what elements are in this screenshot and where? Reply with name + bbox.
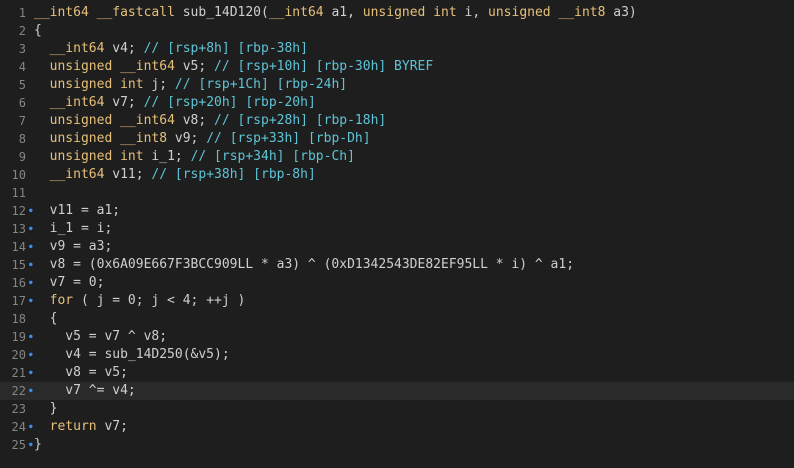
code-text: { (34, 311, 58, 326)
code-text: __int64 v11; // [rsp+38h] [rbp-8h] (49, 167, 316, 182)
line-number: 5 (18, 78, 26, 92)
line-number: 8 (18, 132, 26, 146)
code-text: unsigned int i_1; // [rsp+34h] [rbp-Ch] (49, 149, 355, 164)
code-line[interactable]: 17 ● for ( j = 0; j < 4; ++j ) (0, 292, 794, 310)
code-text: v11 = a1; (34, 203, 121, 218)
line-number: 3 (18, 42, 26, 56)
code-line[interactable]: 10 __int64 v11; // [rsp+38h] [rbp-8h] (0, 166, 794, 184)
code-line[interactable]: 25 ●} (0, 436, 794, 454)
line-number: 14 (11, 240, 26, 254)
code-text: v9 = a3; (34, 239, 113, 254)
code-text: v5 = v7 ^ v8; (34, 329, 168, 344)
code-line[interactable]: 8 unsigned __int8 v9; // [rsp+33h] [rbp-… (0, 130, 794, 148)
code-text: __int64 __fastcall sub_14D120(__int64 a1… (34, 5, 637, 20)
line-number: 17 (11, 294, 26, 308)
code-line[interactable]: 22 ● v7 ^= v4; (0, 382, 794, 400)
code-text: v7 = 0; (34, 275, 105, 290)
code-line[interactable]: 16 ● v7 = 0; (0, 274, 794, 292)
line-number: 10 (11, 168, 26, 182)
code-text: } (34, 437, 42, 452)
code-text: } (34, 401, 58, 416)
code-line[interactable]: 23 } (0, 400, 794, 418)
line-number: 25 (11, 438, 26, 452)
line-number: 2 (18, 24, 26, 38)
code-line[interactable]: 14 ● v9 = a3; (0, 238, 794, 256)
line-number: 7 (18, 114, 26, 128)
line-number: 1 (18, 6, 26, 20)
line-number: 18 (11, 312, 26, 326)
code-text: for ( j = 0; j < 4; ++j ) (49, 293, 246, 308)
line-number: 4 (18, 60, 26, 74)
code-line[interactable]: 3 __int64 v4; // [rsp+8h] [rbp-38h] (0, 40, 794, 58)
code-line[interactable]: 4 unsigned __int64 v5; // [rsp+10h] [rbp… (0, 58, 794, 76)
line-number: 19 (11, 330, 26, 344)
code-line[interactable]: 15 ● v8 = (0x6A09E667F3BCC909LL * a3) ^ (… (0, 256, 794, 274)
code-text: return v7; (49, 419, 128, 434)
line-number: 20 (11, 348, 26, 362)
line-number: 24 (11, 420, 26, 434)
line-number: 6 (18, 96, 26, 110)
line-number: 16 (11, 276, 26, 290)
code-text: __int64 v7; // [rsp+20h] [rbp-20h] (49, 95, 316, 110)
code-text: unsigned __int64 v5; // [rsp+10h] [rbp-3… (49, 59, 434, 74)
line-number: 23 (11, 402, 26, 416)
code-line[interactable]: 9 unsigned int i_1; // [rsp+34h] [rbp-Ch… (0, 148, 794, 166)
code-line[interactable]: 5 unsigned int j; // [rsp+1Ch] [rbp-24h] (0, 76, 794, 94)
code-text: v4 = sub_14D250(&v5); (34, 347, 230, 362)
code-text: v7 ^= v4; (34, 383, 136, 398)
code-text: { (34, 23, 42, 38)
code-line[interactable]: 24 ● return v7; (0, 418, 794, 436)
line-number: 11 (11, 186, 26, 200)
pseudocode-editor[interactable]: 1 __int64 __fastcall sub_14D120(__int64 a… (0, 0, 794, 468)
code-text: v8 = (0x6A09E667F3BCC909LL * a3) ^ (0xD1… (34, 257, 575, 272)
code-line[interactable]: 19 ● v5 = v7 ^ v8; (0, 328, 794, 346)
code-line[interactable]: 20 ● v4 = sub_14D250(&v5); (0, 346, 794, 364)
code-line[interactable]: 13 ● i_1 = i; (0, 220, 794, 238)
code-line[interactable]: 12 ● v11 = a1; (0, 202, 794, 220)
code-text: unsigned __int8 v9; // [rsp+33h] [rbp-Dh… (49, 131, 371, 146)
code-line[interactable]: 11 (0, 184, 794, 202)
code-line[interactable]: 2{ (0, 22, 794, 40)
code-line[interactable]: 1 __int64 __fastcall sub_14D120(__int64 a… (0, 4, 794, 22)
line-number: 15 (11, 258, 26, 272)
code-text: i_1 = i; (34, 221, 113, 236)
code-text: __int64 v4; // [rsp+8h] [rbp-38h] (49, 41, 308, 56)
code-text: unsigned int j; // [rsp+1Ch] [rbp-24h] (49, 77, 348, 92)
line-number: 9 (18, 150, 26, 164)
line-number: 22 (11, 384, 26, 398)
line-number: 12 (11, 204, 26, 218)
code-line[interactable]: 18 { (0, 310, 794, 328)
line-number: 13 (11, 222, 26, 236)
code-text: v8 = v5; (34, 365, 128, 380)
code-line[interactable]: 6 __int64 v7; // [rsp+20h] [rbp-20h] (0, 94, 794, 112)
code-text: unsigned __int64 v8; // [rsp+28h] [rbp-1… (49, 113, 387, 128)
code-line[interactable]: 7 unsigned __int64 v8; // [rsp+28h] [rbp… (0, 112, 794, 130)
line-number: 21 (11, 366, 26, 380)
code-line[interactable]: 21 ● v8 = v5; (0, 364, 794, 382)
